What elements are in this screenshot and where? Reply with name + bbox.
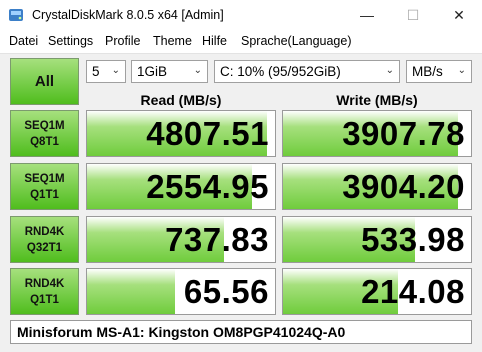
test-button-rnd4k-q1t1[interactable]: RND4K Q1T1 [10, 268, 79, 315]
test-name: RND4K [24, 226, 65, 238]
test-size-value: 1GiB [137, 64, 168, 79]
read-result-cell: 2554.95 [86, 163, 276, 210]
test-queue: Q1T1 [30, 294, 59, 306]
read-result-cell: 737.83 [86, 216, 276, 263]
write-result-cell: 3904.20 [282, 163, 472, 210]
test-name: SEQ1M [24, 173, 65, 185]
unit-select[interactable]: MB/s ⌄ [406, 60, 472, 83]
test-name: SEQ1M [24, 120, 65, 132]
minimize-button[interactable]: — [344, 0, 390, 31]
unit-value: MB/s [412, 64, 443, 79]
read-result-value: 65.56 [183, 273, 269, 310]
test-name: RND4K [24, 278, 65, 290]
chevron-down-icon: ⌄ [111, 65, 120, 76]
read-header: Read (MB/s) [140, 92, 222, 108]
test-button-rnd4k-q32t1[interactable]: RND4K Q32T1 [10, 216, 79, 263]
comment-text: Minisforum MS-A1: Kingston OM8PGP41024Q-… [17, 324, 346, 340]
read-result-value: 2554.95 [146, 168, 269, 205]
write-result-cell: 3907.78 [282, 110, 472, 157]
menu-profile[interactable]: Profile [105, 34, 140, 48]
write-result-cell: 214.08 [282, 268, 472, 315]
test-button-seq1m-q1t1[interactable]: SEQ1M Q1T1 [10, 163, 79, 210]
chevron-down-icon: ⌄ [385, 65, 394, 76]
menu-settings[interactable]: Settings [48, 34, 93, 48]
test-queue: Q1T1 [30, 189, 59, 201]
chevron-down-icon: ⌄ [193, 65, 202, 76]
read-result-value: 4807.51 [146, 115, 269, 152]
write-header: Write (MB/s) [336, 92, 418, 108]
read-result-cell: 4807.51 [86, 110, 276, 157]
chevron-down-icon: ⌄ [457, 65, 466, 76]
menu-bar: Datei Settings Profile Theme Hilfe Sprac… [0, 31, 482, 54]
write-result-value: 533.98 [361, 221, 465, 258]
test-count-value: 5 [92, 64, 100, 79]
test-count-select[interactable]: 5 ⌄ [86, 60, 126, 83]
read-result-value: 737.83 [165, 221, 269, 258]
test-button-seq1m-q8t1[interactable]: SEQ1M Q8T1 [10, 110, 79, 157]
menu-language[interactable]: Sprache(Language) [241, 34, 352, 48]
title-bar: CrystalDiskMark 8.0.5 x64 [Admin] — ☐ ✕ [0, 0, 482, 31]
test-queue: Q8T1 [30, 136, 59, 148]
write-result-value: 3904.20 [342, 168, 465, 205]
read-result-cell: 65.56 [86, 268, 276, 315]
menu-hilfe[interactable]: Hilfe [202, 34, 227, 48]
write-result-cell: 533.98 [282, 216, 472, 263]
drive-value: C: 10% (95/952GiB) [220, 64, 341, 79]
test-queue: Q32T1 [26, 242, 63, 254]
drive-select[interactable]: C: 10% (95/952GiB) ⌄ [214, 60, 400, 83]
comment-field[interactable]: Minisforum MS-A1: Kingston OM8PGP41024Q-… [10, 320, 472, 344]
menu-theme[interactable]: Theme [153, 34, 192, 48]
write-result-value: 3907.78 [342, 115, 465, 152]
close-button[interactable]: ✕ [436, 0, 482, 31]
maximize-button[interactable]: ☐ [390, 0, 436, 31]
menu-datei[interactable]: Datei [9, 34, 38, 48]
read-result-bar [87, 269, 176, 314]
window-title: CrystalDiskMark 8.0.5 x64 [Admin] [32, 8, 224, 22]
write-result-value: 214.08 [361, 273, 465, 310]
test-size-select[interactable]: 1GiB ⌄ [131, 60, 208, 83]
all-button[interactable]: All [10, 58, 79, 105]
disk-icon [9, 9, 23, 21]
